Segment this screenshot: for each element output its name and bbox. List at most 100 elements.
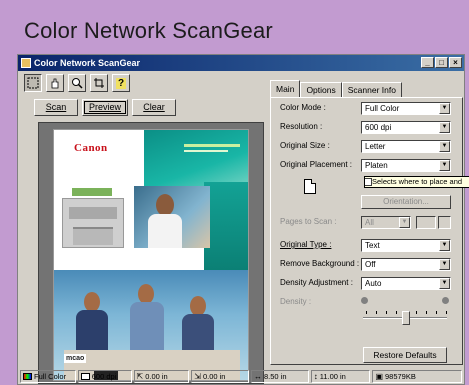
preview-area[interactable]: Canon mcao xyxy=(38,122,264,384)
tab-options[interactable]: Options xyxy=(300,82,342,97)
resolution-value: 600 dpi xyxy=(365,123,392,132)
status-x-text: 0.00 in xyxy=(145,372,168,381)
remove-background-value: Off xyxy=(365,260,376,269)
status-size: ▣ 98579KB xyxy=(372,370,463,383)
status-resolution: 600 dpi xyxy=(77,370,132,383)
magnifier-icon xyxy=(72,78,83,89)
status-width: ↔ 8.50 in xyxy=(250,370,309,383)
original-placement-label: Original Placement : xyxy=(280,160,353,169)
document-green-label xyxy=(72,188,112,196)
pages-to-scan-value: All xyxy=(365,218,374,227)
document-footer-logo: mcao xyxy=(64,354,87,363)
help-button[interactable]: ? xyxy=(112,74,130,92)
original-size-select[interactable]: Letter ▼ xyxy=(361,140,451,153)
density-dark-icon xyxy=(442,297,449,304)
x-position-icon: ⇱ xyxy=(136,372,144,381)
original-type-select[interactable]: Text ▼ xyxy=(361,239,451,252)
scanned-document-preview: Canon mcao xyxy=(53,129,249,381)
select-area-icon xyxy=(27,77,39,89)
original-placement-select[interactable]: Platen ▼ xyxy=(361,159,451,172)
figure-heading: Color Network ScanGear xyxy=(24,18,273,43)
chevron-down-icon: ▼ xyxy=(439,259,450,270)
page-from-field[interactable] xyxy=(416,216,436,229)
select-area-button[interactable] xyxy=(24,74,42,92)
copier-photo xyxy=(62,198,124,248)
window-controls: _ □ × xyxy=(421,57,462,68)
status-width-text: 8.50 in xyxy=(263,372,287,381)
maximize-button[interactable]: □ xyxy=(435,57,448,68)
status-x: ⇱ 0.00 in xyxy=(133,370,190,383)
original-type-label-text: Original Type : xyxy=(280,240,332,249)
color-mode-icon xyxy=(23,373,32,380)
original-type-value: Text xyxy=(365,241,380,250)
crop-button[interactable] xyxy=(90,74,108,92)
remove-background-select[interactable]: Off ▼ xyxy=(361,258,451,271)
original-size-value: Letter xyxy=(365,142,386,151)
preview-button[interactable]: Preview xyxy=(82,99,128,116)
density-light-icon xyxy=(361,297,368,304)
resolution-icon xyxy=(80,373,90,380)
status-height: ↕ 11.00 in xyxy=(310,370,371,383)
scangear-window: Color Network ScanGear _ □ × ? Scan Prev… xyxy=(17,54,469,385)
original-size-label: Original Size : xyxy=(280,141,330,150)
orientation-button[interactable]: Orientation... xyxy=(361,195,451,209)
status-mode-text: Full Color xyxy=(34,372,67,381)
chevron-down-icon: ▼ xyxy=(439,240,450,251)
help-icon: ? xyxy=(115,77,127,89)
zoom-button[interactable] xyxy=(68,74,86,92)
article-frame: Color Network ScanGear Color Network Sca… xyxy=(0,0,469,385)
meeting-photo xyxy=(54,270,248,380)
document-banner-graphic xyxy=(144,130,248,190)
canon-logo: Canon xyxy=(74,142,108,154)
page-to-field[interactable] xyxy=(438,216,451,229)
placement-tooltip: Selects where to place and xyxy=(364,176,469,188)
density-label: Density : xyxy=(280,297,312,306)
move-button[interactable] xyxy=(46,74,64,92)
chevron-down-icon: ▼ xyxy=(439,160,450,171)
y-position-icon: ⇲ xyxy=(194,372,201,381)
chevron-down-icon: ▼ xyxy=(439,103,450,114)
preview-button-label: Preview xyxy=(88,102,121,112)
app-icon xyxy=(21,58,31,68)
crop-icon xyxy=(94,78,104,88)
chevron-down-icon: ▼ xyxy=(439,122,450,133)
window-title: Color Network ScanGear xyxy=(34,58,141,68)
color-mode-select[interactable]: Full Color ▼ xyxy=(361,102,451,115)
chevron-down-icon: ▼ xyxy=(439,141,450,152)
hand-icon xyxy=(51,78,59,89)
status-y-text: 0.00 in xyxy=(202,372,226,381)
scan-button[interactable]: Scan xyxy=(34,99,78,116)
status-y: ⇲ 0.00 in xyxy=(191,370,249,383)
pages-to-scan-select[interactable]: All ▼ xyxy=(361,216,411,229)
close-button[interactable]: × xyxy=(449,57,462,68)
height-icon: ↕ xyxy=(313,372,318,381)
chevron-down-icon: ▼ xyxy=(439,278,450,289)
color-mode-value: Full Color xyxy=(365,104,400,113)
status-height-text: 11.00 in xyxy=(319,372,346,381)
status-bar: Full Color 600 dpi ⇱ 0.00 in ⇲ 0.00 in ↔ 8.… xyxy=(18,369,464,385)
density-slider-thumb[interactable] xyxy=(402,311,410,325)
clear-button-label: Clear xyxy=(143,102,165,112)
density-adjustment-select[interactable]: Auto ▼ xyxy=(361,277,451,290)
minimize-button[interactable]: _ xyxy=(421,57,434,68)
status-mode: Full Color xyxy=(20,370,76,383)
resolution-select[interactable]: 600 dpi ▼ xyxy=(361,121,451,134)
tooltip-checkbox[interactable] xyxy=(365,178,372,186)
tab-scanner-info[interactable]: Scanner Info xyxy=(341,82,402,97)
tab-main[interactable]: Main xyxy=(270,80,301,97)
window-titlebar: Color Network ScanGear _ □ × xyxy=(18,55,464,71)
pages-to-scan-label: Pages to Scan : xyxy=(280,217,337,226)
status-size-text: 98579KB xyxy=(385,372,416,381)
restore-defaults-button[interactable]: Restore Defaults xyxy=(363,347,447,363)
remove-background-label: Remove Background : xyxy=(280,259,360,268)
businesswoman-photo xyxy=(134,186,210,248)
document-teal-band xyxy=(204,182,248,272)
page-orientation-icon xyxy=(304,179,316,194)
tooltip-text: Selects where to place and xyxy=(372,177,463,186)
main-tab-body xyxy=(270,97,463,365)
density-adjustment-label: Density Adjustment : xyxy=(280,278,353,287)
clear-button[interactable]: Clear xyxy=(132,99,176,116)
original-type-label: Original Type : xyxy=(280,240,331,249)
scan-button-label: Scan xyxy=(45,102,67,112)
density-adjustment-value: Auto xyxy=(365,279,382,288)
